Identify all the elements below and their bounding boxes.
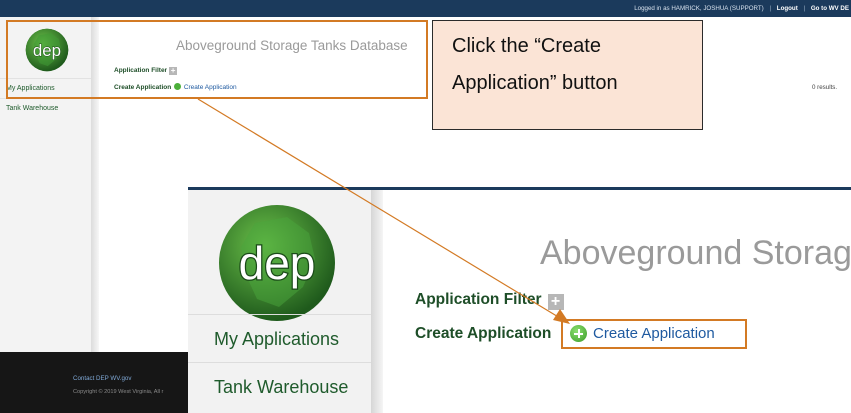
connector-arrow	[197, 98, 570, 324]
